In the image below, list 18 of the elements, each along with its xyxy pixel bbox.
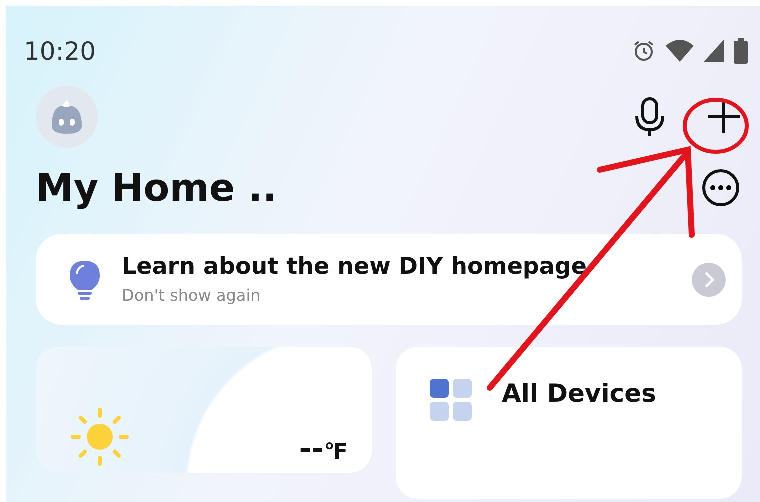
temperature-reading: --℉ xyxy=(299,432,348,467)
grid-icon xyxy=(430,379,472,421)
tip-banner[interactable]: Learn about the new DIY homepage Don't show again xyxy=(36,234,742,325)
signal-icon xyxy=(704,40,724,62)
all-devices-label: All Devices xyxy=(502,379,656,408)
light-bulb-icon xyxy=(68,258,102,300)
annotation-circle xyxy=(683,98,749,154)
weather-card[interactable]: --℉ xyxy=(36,347,372,473)
home-title[interactable]: My Home .. xyxy=(36,166,278,210)
sun-icon xyxy=(70,407,130,467)
status-time: 10:20 xyxy=(24,36,96,66)
more-icon[interactable] xyxy=(702,169,740,207)
dont-show-again-link[interactable]: Don't show again xyxy=(122,286,672,305)
wifi-icon xyxy=(666,40,694,62)
battery-icon xyxy=(734,38,748,64)
banner-title: Learn about the new DIY homepage xyxy=(122,254,588,280)
alarm-clock-icon xyxy=(632,39,656,63)
all-devices-card[interactable]: All Devices xyxy=(396,347,742,499)
